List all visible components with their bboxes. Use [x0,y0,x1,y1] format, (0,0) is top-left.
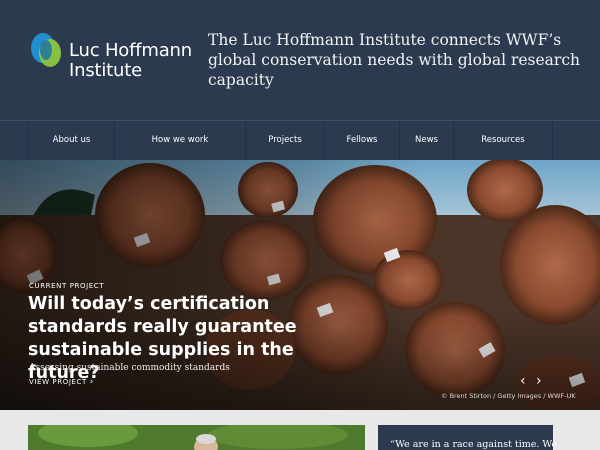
view-project-label: VIEW PROJECT [29,378,87,386]
logo-text: Luc Hoffmann Institute [69,41,192,81]
logo[interactable]: Luc Hoffmann Institute [28,30,198,85]
nav-item-how-we-work[interactable]: How we work [114,121,245,160]
chevron-left-icon[interactable]: ‹ [520,374,526,388]
nav-item-resources[interactable]: Resources [453,121,553,160]
nav-item-fellows[interactable]: Fellows [324,121,399,160]
featured-photo[interactable] [28,425,365,450]
main-nav: About us How we work Projects Fellows Ne… [0,120,600,160]
current-project-label: CURRENT PROJECT [29,282,105,290]
hero-subtitle: Assessing sustainable commodity standard… [29,363,230,373]
logo-line-2: Institute [69,60,142,81]
nav-item-projects[interactable]: Projects [245,121,324,160]
nav-item-about-us[interactable]: About us [28,121,114,160]
logo-line-1: Luc Hoffmann [69,40,192,61]
quote-text: “We are in a race against time. We [390,439,558,450]
chevron-right-icon[interactable]: › [536,374,542,388]
site-header: Luc Hoffmann Institute The Luc Hoffmann … [0,0,600,120]
logo-mark-icon [31,33,61,67]
chevron-right-small-icon: › [89,377,94,387]
content-section: “We are in a race against time. We [0,410,600,450]
nav-item-news[interactable]: News [399,121,453,160]
tagline: The Luc Hoffmann Institute connects WWF’… [208,31,580,89]
quote-box: “We are in a race against time. We [378,425,557,450]
featured-photo-image [28,425,365,450]
hero-banner[interactable]: CURRENT PROJECT Will today’s certificati… [0,160,600,410]
photo-credit: © Brent Stirton / Getty Images / WWF-UK [441,392,576,400]
view-project-link[interactable]: VIEW PROJECT › [29,377,94,387]
